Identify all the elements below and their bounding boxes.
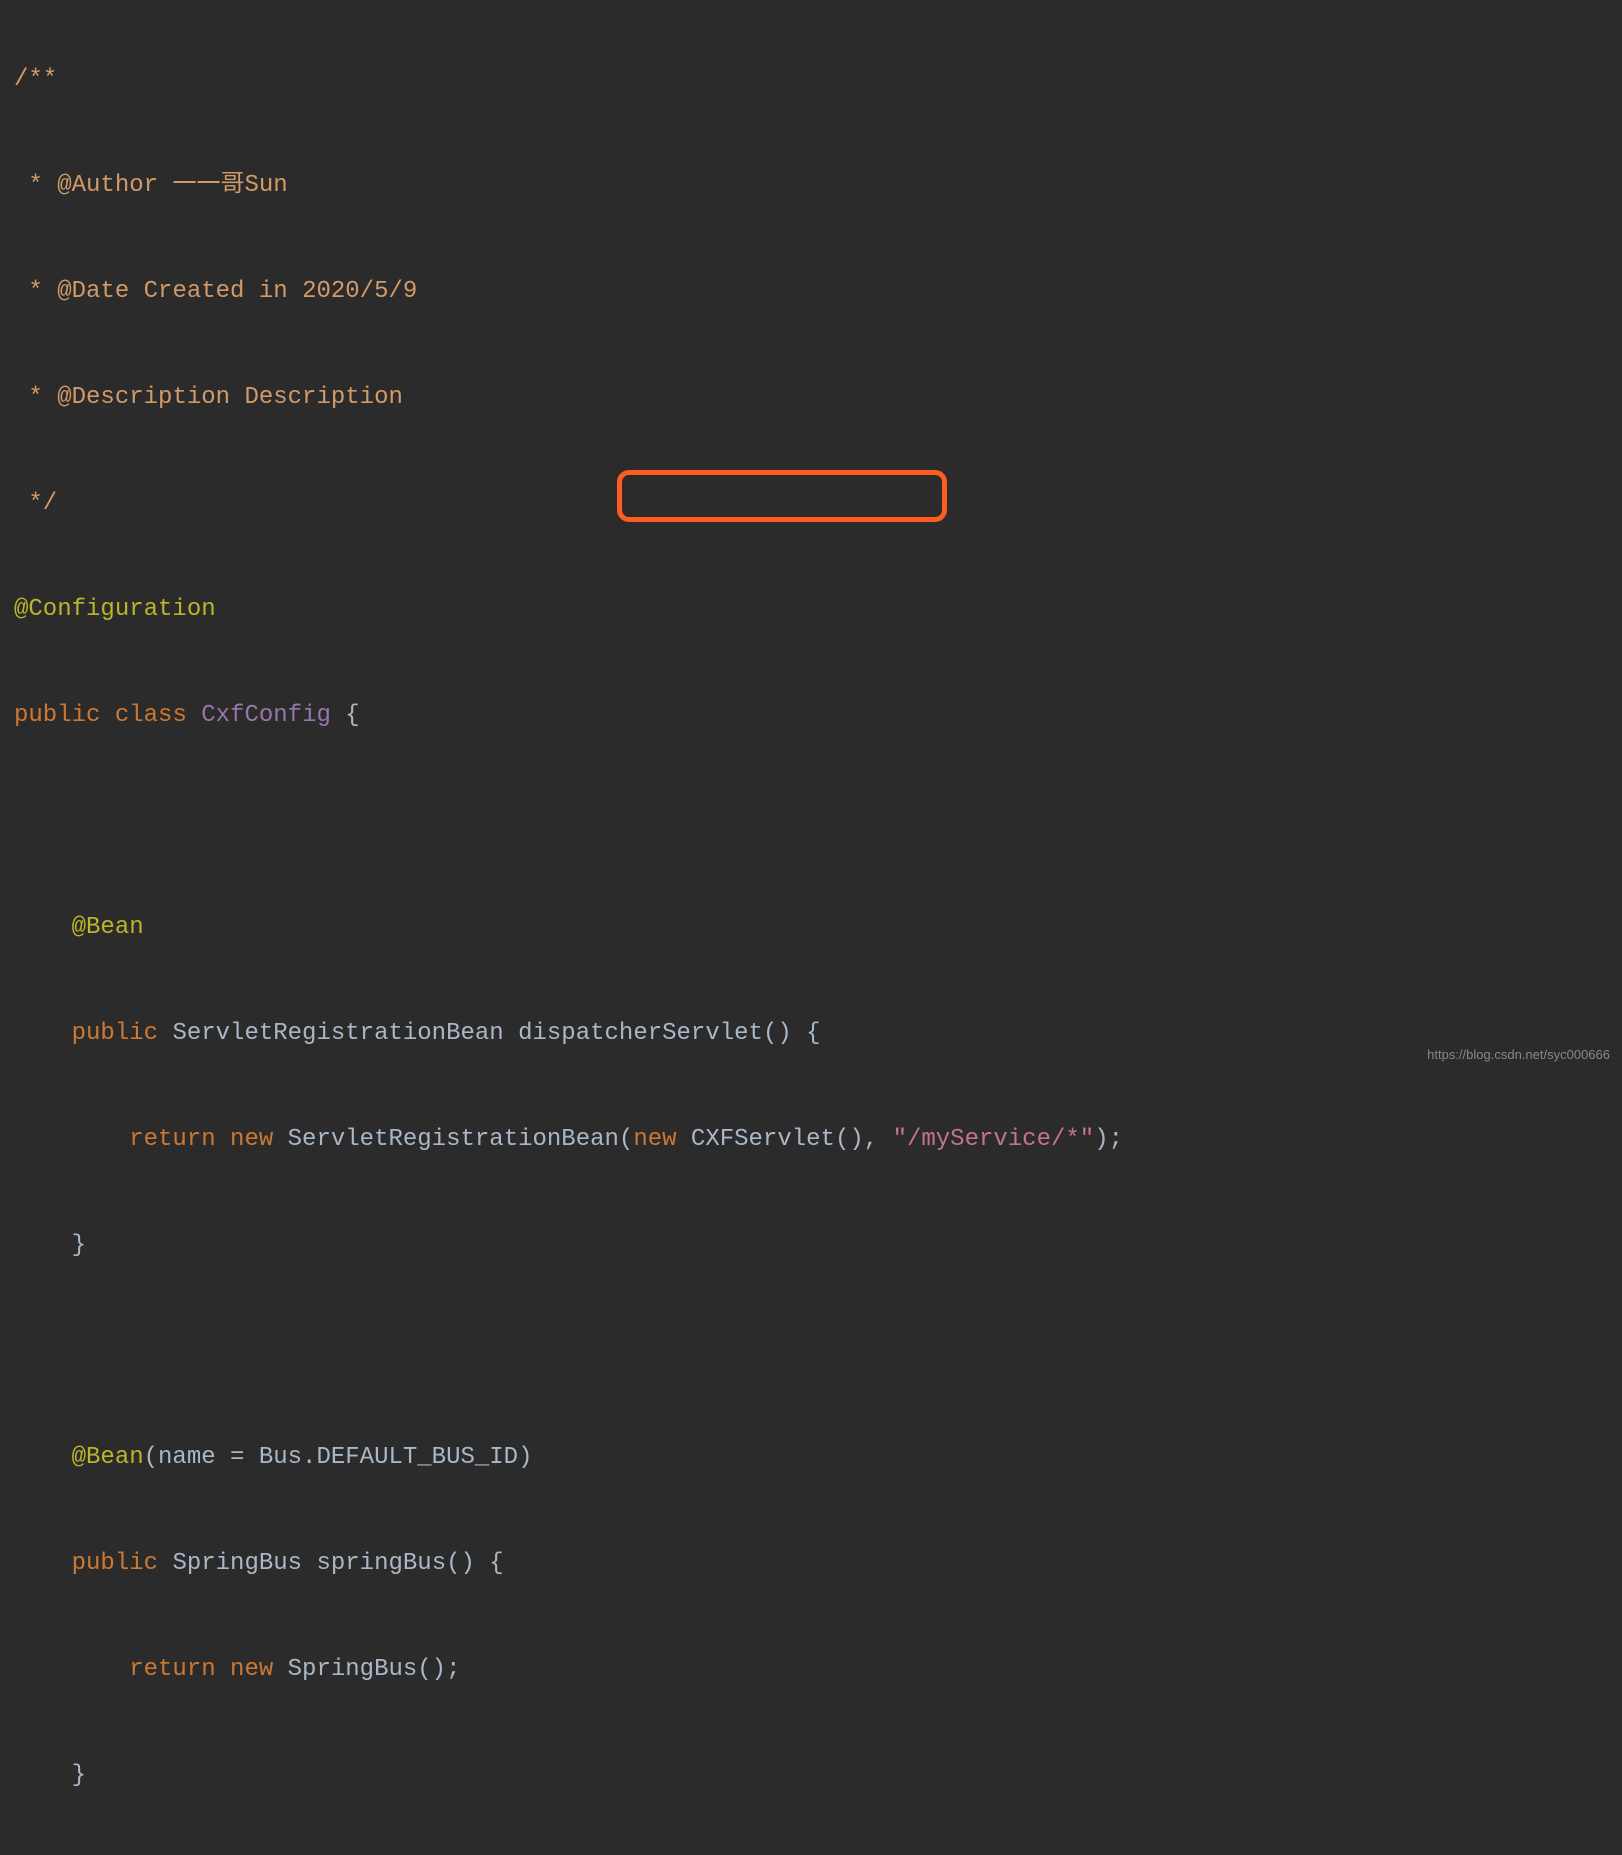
indent <box>14 1762 72 1789</box>
comment-prefix: * <box>14 384 57 411</box>
indent <box>14 1550 72 1577</box>
code-line: public SpringBus springBus() { <box>14 1537 1608 1590</box>
parens: () { <box>763 1020 821 1047</box>
type: SpringBus(); <box>288 1656 461 1683</box>
type: SpringBus <box>172 1550 316 1577</box>
indent <box>14 1126 129 1153</box>
indent <box>14 1232 72 1259</box>
code-line: /** <box>14 53 1608 106</box>
comment-text: 一一哥Sun <box>158 172 288 199</box>
code-line: return new ServletRegistrationBean(new C… <box>14 1113 1608 1166</box>
brace: } <box>72 1232 86 1259</box>
indent <box>14 1444 72 1471</box>
type: CXFServlet(), <box>691 1126 893 1153</box>
annotation: @Bean <box>72 1444 144 1471</box>
comment-prefix: * <box>14 172 57 199</box>
code-line: @Configuration <box>14 583 1608 636</box>
keyword-public: public <box>14 702 115 729</box>
keyword-new: new <box>230 1126 288 1153</box>
javadoc-tag: @Author <box>57 172 158 199</box>
watermark: https://blog.csdn.net/syc000666 <box>1427 1047 1610 1062</box>
parens: () { <box>446 1550 504 1577</box>
comment-start: /** <box>14 66 57 93</box>
class-name: CxfConfig <box>201 702 345 729</box>
keyword-new: new <box>633 1126 691 1153</box>
comment-text: Created in 2020/5/9 <box>129 278 417 305</box>
indent <box>14 1020 72 1047</box>
semicolon: ); <box>1094 1126 1123 1153</box>
type: ServletRegistrationBean <box>172 1020 518 1047</box>
code-line: @Bean <box>14 901 1608 954</box>
method-name: springBus <box>316 1550 446 1577</box>
code-line: * @Author 一一哥Sun <box>14 159 1608 212</box>
keyword-public: public <box>72 1020 173 1047</box>
code-editor[interactable]: /** * @Author 一一哥Sun * @Date Created in … <box>0 0 1622 1855</box>
comment-prefix: * <box>14 278 57 305</box>
code-line: } <box>14 1219 1608 1272</box>
type: ServletRegistrationBean( <box>288 1126 634 1153</box>
javadoc-tag: @Description <box>57 384 230 411</box>
code-line: * @Description Description <box>14 371 1608 424</box>
code-line: */ <box>14 477 1608 530</box>
code-line-blank <box>14 795 1608 848</box>
annotation: @Bean <box>72 914 144 941</box>
brace: } <box>72 1762 86 1789</box>
javadoc-tag: @Date <box>57 278 129 305</box>
keyword-return: return <box>129 1656 230 1683</box>
comment-end: */ <box>14 490 57 517</box>
indent <box>14 914 72 941</box>
code-line: public class CxfConfig { <box>14 689 1608 742</box>
string-literal: "/myService/*" <box>893 1126 1095 1153</box>
keyword-new: new <box>230 1656 288 1683</box>
comment-text: Description <box>230 384 403 411</box>
code-line-blank <box>14 1325 1608 1378</box>
method-name: dispatcherServlet <box>518 1020 763 1047</box>
annotation-params: (name = Bus.DEFAULT_BUS_ID) <box>144 1444 533 1471</box>
keyword-public: public <box>72 1550 173 1577</box>
keyword-class: class <box>115 702 201 729</box>
indent <box>14 1656 129 1683</box>
code-line: @Bean(name = Bus.DEFAULT_BUS_ID) <box>14 1431 1608 1484</box>
code-line: public ServletRegistrationBean dispatche… <box>14 1007 1608 1060</box>
code-line: return new SpringBus(); <box>14 1643 1608 1696</box>
code-line: * @Date Created in 2020/5/9 <box>14 265 1608 318</box>
keyword-return: return <box>129 1126 230 1153</box>
code-line: } <box>14 1749 1608 1802</box>
brace: { <box>345 702 359 729</box>
annotation: @Configuration <box>14 596 216 623</box>
